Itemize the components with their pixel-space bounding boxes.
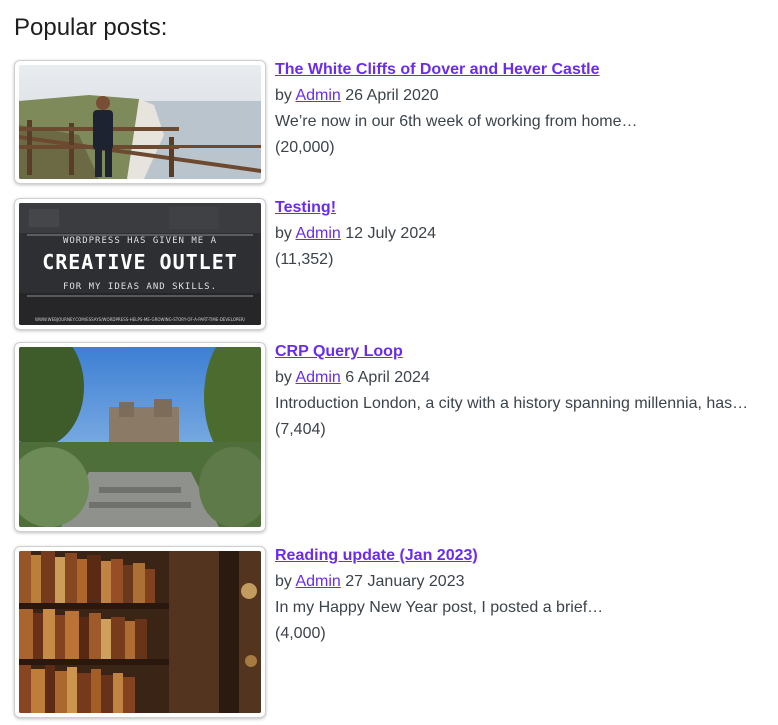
post-excerpt: Introduction London, a city with a histo… — [275, 395, 749, 412]
bookshelf-image — [19, 551, 261, 713]
author-prefix: by — [275, 369, 292, 386]
cliffs-image — [19, 65, 261, 179]
image-footer: WWW.WEBJOURNEY.COM/ESSAYS/WORDPRESS-HELP… — [35, 317, 246, 322]
post-date: 12 July 2024 — [345, 225, 437, 242]
post-byline: by Admin 6 April 2024 — [275, 368, 765, 388]
post-byline: by Admin 27 January 2023 — [275, 572, 765, 592]
author-prefix: by — [275, 573, 292, 590]
image-line-3: FOR MY IDEAS AND SKILLS. — [63, 282, 217, 292]
author-link[interactable]: Admin — [295, 573, 340, 590]
post-thumbnail-link[interactable] — [14, 60, 266, 184]
image-line-2: CREATIVE OUTLET — [42, 250, 238, 274]
post-views: (4,000) — [275, 625, 326, 642]
post-meta: CRP Query Loop by Admin 6 April 2024 Int… — [275, 342, 765, 446]
post-views: (7,404) — [275, 421, 326, 438]
post-excerpt: We’re now in our 6th week of working fro… — [275, 113, 638, 130]
author-prefix: by — [275, 225, 292, 242]
post-thumbnail-link[interactable] — [14, 546, 266, 718]
creative-outlet-image: WORDPRESS HAS GIVEN ME A CREATIVE OUTLET… — [19, 203, 261, 325]
post-date: 26 April 2020 — [345, 87, 439, 104]
post-date: 6 April 2024 — [345, 369, 430, 386]
post-title-link[interactable]: Testing! — [275, 198, 765, 218]
post-title-link[interactable]: Reading update (Jan 2023) — [275, 546, 765, 566]
post-excerpt: In my Happy New Year post, I posted a br… — [275, 599, 604, 616]
post-views: (11,352) — [275, 251, 334, 268]
image-line-1: WORDPRESS HAS GIVEN ME A — [63, 236, 217, 246]
popular-posts-widget: Popular posts: The White Cliffs of Dover… — [0, 0, 778, 725]
author-link[interactable]: Admin — [295, 87, 340, 104]
post-byline: by Admin 26 April 2020 — [275, 86, 765, 106]
post-views: (20,000) — [275, 139, 335, 156]
garden-ruins-image — [19, 347, 261, 527]
post-thumbnail-link[interactable] — [14, 342, 266, 532]
author-link[interactable]: Admin — [295, 369, 340, 386]
post-title-link[interactable]: CRP Query Loop — [275, 342, 765, 362]
author-link[interactable]: Admin — [295, 225, 340, 242]
post-meta: Reading update (Jan 2023) by Admin 27 Ja… — [275, 546, 765, 650]
post-meta: Testing! by Admin 12 July 2024 (11,352) — [275, 198, 765, 276]
post-meta: The White Cliffs of Dover and Hever Cast… — [275, 60, 765, 164]
post-byline: by Admin 12 July 2024 — [275, 224, 765, 244]
post-title-link[interactable]: The White Cliffs of Dover and Hever Cast… — [275, 60, 765, 80]
widget-heading: Popular posts: — [14, 14, 168, 41]
post-thumbnail-link[interactable]: WORDPRESS HAS GIVEN ME A CREATIVE OUTLET… — [14, 198, 266, 330]
post-date: 27 January 2023 — [345, 573, 465, 590]
author-prefix: by — [275, 87, 292, 104]
